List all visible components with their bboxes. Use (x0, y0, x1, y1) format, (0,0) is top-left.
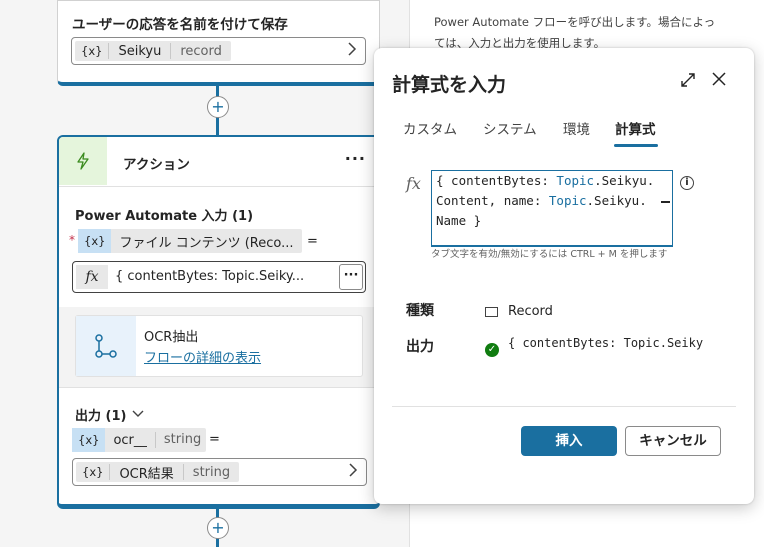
variable-chip: {x} OCR結果 string (76, 462, 240, 482)
add-node-button[interactable]: + (207, 96, 229, 118)
output-target-name: OCR結果 (119, 466, 174, 482)
keyboard-hint: タブ文字を有効/無効にするには CTRL + M を押します (431, 249, 668, 260)
flow-reference[interactable]: OCR抽出 フローの詳細の表示 (75, 315, 363, 377)
type-label: 種類 (406, 303, 434, 319)
flow-name: OCR抽出 (144, 330, 199, 345)
type-value: Record (508, 304, 553, 319)
expand-icon[interactable] (680, 72, 696, 92)
variable-icon: {x} (81, 44, 103, 58)
tab-custom[interactable]: カスタム (403, 118, 457, 138)
formula-line-3: Name } (436, 213, 482, 228)
formula-preview: { contentBytes: Topic.Seiky... (115, 269, 305, 284)
save-response-card[interactable]: ユーザーの応答を名前を付けて保存 {x} Seikyu record (57, 0, 380, 86)
dialog-title: 計算式を入力 (392, 74, 507, 96)
output-variable-type: string (154, 432, 209, 448)
add-node-button[interactable]: + (207, 517, 229, 539)
close-icon[interactable] (712, 70, 726, 91)
tab-formula[interactable]: 計算式 (615, 118, 656, 138)
flow-icon (76, 316, 136, 376)
formula-editor[interactable]: { contentBytes: Topic.Seikyu. Content, n… (431, 170, 673, 247)
output-label: 出力 (406, 339, 434, 355)
output-target-field[interactable]: {x} OCR結果 string (72, 458, 367, 486)
more-options-button[interactable]: ··· (345, 149, 366, 168)
variable-type: record (180, 43, 222, 59)
tab-environment[interactable]: 環境 (563, 118, 590, 138)
action-title: アクション (123, 157, 190, 173)
chevron-down-icon (132, 407, 144, 422)
output-variable-name: ocr__ (113, 432, 147, 448)
formula-line-2: Content, name: Topic.Seikyu. (436, 193, 647, 208)
output-target-type: string (192, 464, 231, 480)
variable-icon: {x} (82, 465, 104, 479)
variable-icon: {x} (72, 428, 106, 452)
chevron-right-icon[interactable] (348, 463, 358, 481)
formula-dialog: 計算式を入力 カスタム システム 環境 計算式 fx { contentByte… (374, 48, 754, 504)
action-card[interactable]: アクション ··· Power Automate 入力 (1) * {x} ファ… (57, 135, 380, 509)
inputs-section-label: Power Automate 入力 (1) (75, 209, 254, 224)
outputs-section-toggle[interactable]: 出力 (1) (75, 405, 144, 424)
section-divider (59, 387, 378, 388)
output-variable-pill: {x} ocr__ string (72, 428, 206, 452)
variable-field[interactable]: {x} Seikyu record (71, 37, 366, 65)
variable-name: Seikyu (118, 43, 162, 59)
fx-icon: fx (406, 174, 421, 193)
tab-system[interactable]: システム (483, 118, 537, 138)
fx-icon: fx (76, 265, 108, 289)
active-tab-indicator (614, 144, 658, 147)
insert-button[interactable]: 挿入 (521, 426, 617, 456)
flow-canvas: Power Automate フローを呼び出します。場合によっ ては、入力と出力… (0, 0, 764, 547)
variable-icon: {x} (78, 229, 112, 253)
success-check-icon: ✓ (485, 343, 499, 357)
action-header: アクション ··· (59, 137, 378, 187)
card-title: ユーザーの応答を名前を付けて保存 (72, 17, 288, 33)
chevron-right-icon[interactable] (347, 42, 357, 60)
lightning-icon (59, 137, 107, 185)
equals-sign: = (209, 432, 220, 447)
equals-sign: = (307, 234, 318, 249)
text-caret (661, 201, 670, 203)
formula-line-1: { contentBytes: Topic.Seikyu. (436, 173, 655, 188)
flow-details-link[interactable]: フローの詳細の表示 (144, 347, 261, 366)
output-value: { contentBytes: Topic.Seiky (508, 336, 704, 350)
cancel-button[interactable]: キャンセル (625, 426, 721, 456)
required-marker: * (69, 233, 75, 247)
formula-field[interactable]: fx { contentBytes: Topic.Seiky... ··· (72, 261, 366, 293)
outputs-section-label: 出力 (1) (75, 409, 127, 424)
dialog-divider (392, 406, 736, 407)
input-variable-name: ファイル コンテンツ (Reco... (119, 235, 294, 251)
record-icon (485, 307, 498, 317)
formula-more-button[interactable]: ··· (339, 264, 363, 290)
info-icon[interactable]: i (680, 176, 694, 190)
input-variable-pill: {x} ファイル コンテンツ (Reco... (78, 229, 302, 253)
description-line-1: Power Automate フローを呼び出します。場合によっ (434, 15, 716, 29)
variable-chip: {x} Seikyu record (75, 41, 231, 61)
